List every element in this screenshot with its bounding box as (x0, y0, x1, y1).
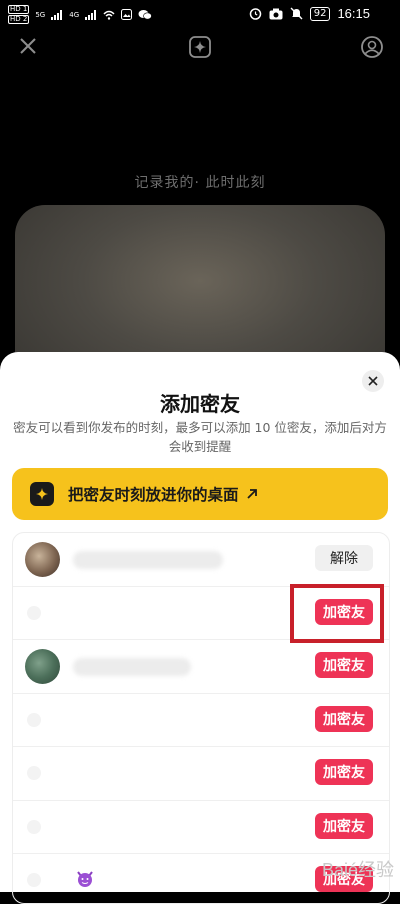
friend-row: 解除 (13, 533, 389, 587)
camera-icon (269, 8, 283, 19)
network-4g-label: 4G (69, 10, 80, 19)
battery-level: 92 (309, 6, 331, 21)
remove-friend-button[interactable]: 解除 (315, 545, 373, 571)
close-icon[interactable] (18, 36, 38, 56)
widget-banner[interactable]: 把密友时刻放进你的桌面 (12, 468, 388, 520)
friend-name-blurred (73, 658, 191, 676)
add-friend-button[interactable]: 加密友 (315, 812, 373, 839)
friend-name-blurred (73, 551, 223, 569)
highlight-annotation (290, 584, 384, 643)
add-friend-button[interactable]: 加密友 (315, 652, 373, 678)
sheet-title: 添加密友 (160, 392, 240, 416)
widget-sparkle-icon (30, 482, 54, 506)
wifi-icon (103, 10, 115, 20)
arrow-up-right-icon (246, 489, 257, 499)
clock: 16:15 (337, 6, 370, 21)
wechat-icon (138, 10, 152, 20)
avatar (27, 766, 41, 780)
moment-caption: 记录我的· 此时此刻 (134, 175, 266, 191)
widget-banner-label: 把密友时刻放进你的桌面 (68, 486, 239, 504)
add-friend-button[interactable]: 加密友 (315, 705, 373, 732)
watermark: Baié经验 (321, 860, 394, 880)
status-bar: HD 1 HD 2 5G 4G 92 16:15 (0, 0, 400, 28)
friend-row: 加密友 (13, 747, 389, 801)
sparkle-icon[interactable] (188, 35, 212, 59)
status-right: 92 16:15 (249, 6, 370, 21)
avatar (27, 819, 41, 834)
avatar (27, 712, 41, 727)
friend-row: 加密友 (13, 801, 389, 854)
add-friend-button[interactable]: 加密友 (315, 759, 373, 785)
signal-icon-2 (85, 9, 97, 20)
avatar (27, 605, 41, 620)
mute-icon (290, 7, 303, 20)
profile-icon[interactable] (360, 35, 384, 59)
avatar (27, 873, 41, 887)
devil-emoji-icon (77, 871, 93, 887)
top-bar (0, 32, 400, 66)
hd1-badge: HD 1 (8, 5, 30, 14)
status-left: HD 1 HD 2 5G 4G (8, 5, 152, 24)
image-notification-icon (121, 9, 133, 20)
avatar (25, 649, 60, 684)
network-5g-label: 5G (35, 10, 46, 19)
avatar (25, 542, 60, 577)
alarm-icon (249, 8, 261, 20)
close-icon (368, 376, 378, 386)
hd2-badge: HD 2 (8, 15, 30, 24)
sheet-description: 密友可以看到你发布的时刻，最多可以添加 10 位密友，添加后对方会收到提醒 (13, 420, 387, 454)
friend-row: 加密友 (13, 640, 389, 694)
signal-icon (51, 9, 63, 20)
friend-row: 加密友 (13, 694, 389, 747)
